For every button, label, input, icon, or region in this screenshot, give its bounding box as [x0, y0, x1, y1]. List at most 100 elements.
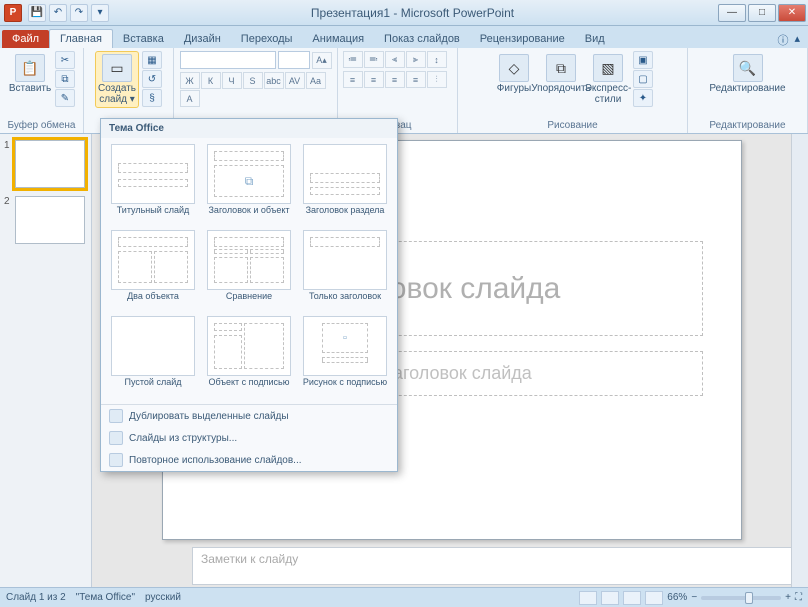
slides-from-outline-item[interactable]: Слайды из структуры...	[101, 427, 397, 449]
status-bar: Слайд 1 из 2 "Тема Office" русский 66% −…	[0, 587, 808, 607]
layout-label: Пустой слайд	[125, 378, 182, 398]
qat-save-button[interactable]: 💾	[28, 4, 46, 22]
layout-title-content[interactable]: ⧉ Заголовок и объект	[203, 144, 295, 226]
fit-to-window-button[interactable]: ⛶	[795, 592, 802, 603]
normal-view-button[interactable]	[579, 591, 597, 605]
collapse-ribbon-icon[interactable]: ▴	[794, 32, 800, 48]
layout-picture-caption[interactable]: ▫ Рисунок с подписью	[299, 316, 391, 398]
columns-button[interactable]: ⫶	[427, 71, 447, 88]
layout-label: Титульный слайд	[117, 206, 190, 226]
slides-panel[interactable]: 1 2	[0, 134, 92, 587]
font-color-button[interactable]: A	[180, 90, 200, 107]
tab-transitions[interactable]: Переходы	[231, 30, 303, 48]
qat-undo-button[interactable]: ↶	[49, 4, 67, 22]
reuse-slides-item[interactable]: Повторное использование слайдов...	[101, 449, 397, 471]
shapes-button[interactable]: ◇ Фигуры	[492, 51, 536, 98]
minimize-button[interactable]: —	[718, 4, 746, 22]
layout-two-content[interactable]: Два объекта	[107, 230, 199, 312]
thumb-preview[interactable]	[15, 140, 85, 188]
grow-font-button[interactable]: A▴	[312, 52, 332, 69]
qat-customize-button[interactable]: ▾	[91, 4, 109, 22]
bold-button[interactable]: Ж	[180, 72, 200, 89]
tab-insert[interactable]: Вставка	[113, 30, 174, 48]
tab-home[interactable]: Главная	[49, 29, 113, 48]
status-language[interactable]: русский	[145, 592, 181, 603]
duplicate-icon	[109, 409, 123, 423]
slide-thumb-2[interactable]: 2	[4, 196, 87, 244]
gallery-header: Тема Office	[101, 119, 397, 138]
spacing-button[interactable]: AV	[285, 72, 305, 89]
line-spacing-button[interactable]: ↕	[427, 51, 447, 68]
window-controls: — □ ✕	[716, 4, 806, 22]
strike-button[interactable]: abc	[264, 72, 284, 89]
tab-slideshow[interactable]: Показ слайдов	[374, 30, 470, 48]
shape-fill-button[interactable]: ▣	[633, 51, 653, 69]
bullets-button[interactable]: ≔	[343, 51, 363, 68]
increase-indent-button[interactable]: ⫸	[406, 51, 426, 68]
group-drawing: ◇ Фигуры ⧉ Упорядочить ▧ Экспресс-стили …	[458, 48, 688, 133]
layout-label: Заголовок раздела	[306, 206, 385, 226]
paste-button[interactable]: 📋 Вставить	[8, 51, 52, 98]
decrease-indent-button[interactable]: ⫷	[385, 51, 405, 68]
shape-outline-button[interactable]: ▢	[633, 70, 653, 88]
zoom-slider[interactable]	[701, 596, 781, 600]
quick-styles-button[interactable]: ▧ Экспресс-стили	[586, 51, 630, 108]
tab-file[interactable]: Файл	[2, 30, 49, 48]
justify-button[interactable]: ≡	[406, 71, 426, 88]
quick-styles-icon: ▧	[593, 54, 623, 82]
layout-blank[interactable]: Пустой слайд	[107, 316, 199, 398]
case-button[interactable]: Aa	[306, 72, 326, 89]
layout-comparison[interactable]: Сравнение	[203, 230, 295, 312]
zoom-slider-thumb[interactable]	[745, 592, 753, 604]
zoom-out-button[interactable]: −	[691, 592, 697, 603]
tab-view[interactable]: Вид	[575, 30, 615, 48]
reading-view-button[interactable]	[623, 591, 641, 605]
layout-title-only[interactable]: Только заголовок	[299, 230, 391, 312]
vertical-scrollbar[interactable]	[791, 134, 808, 587]
help-icon[interactable]: ⓘ	[777, 32, 788, 48]
format-painter-button[interactable]: ✎	[55, 89, 75, 107]
sorter-view-button[interactable]	[601, 591, 619, 605]
layout-content-caption[interactable]: Объект с подписью	[203, 316, 295, 398]
shape-effects-button[interactable]: ✦	[633, 89, 653, 107]
new-slide-label: Создать слайд ▾	[98, 84, 136, 105]
font-family-select[interactable]	[180, 51, 276, 69]
editing-button[interactable]: 🔍 Редактирование	[726, 51, 770, 98]
arrange-button[interactable]: ⧉ Упорядочить	[539, 51, 583, 98]
notes-pane[interactable]: Заметки к слайду	[192, 547, 800, 585]
slideshow-view-button[interactable]	[645, 591, 663, 605]
layout-button[interactable]: ▦	[142, 51, 162, 69]
font-size-select[interactable]	[278, 51, 310, 69]
thumb-preview[interactable]	[15, 196, 85, 244]
layout-title-slide[interactable]: Титульный слайд	[107, 144, 199, 226]
zoom-level[interactable]: 66%	[667, 592, 687, 603]
outline-icon	[109, 431, 123, 445]
group-clipboard: 📋 Вставить ✂ ⧉ ✎ Буфер обмена	[0, 48, 84, 133]
italic-button[interactable]: К	[201, 72, 221, 89]
tab-animations[interactable]: Анимация	[302, 30, 374, 48]
underline-button[interactable]: Ч	[222, 72, 242, 89]
section-button[interactable]: §	[142, 89, 162, 107]
copy-button[interactable]: ⧉	[55, 70, 75, 88]
tab-review[interactable]: Рецензирование	[470, 30, 575, 48]
layout-section-header[interactable]: Заголовок раздела	[299, 144, 391, 226]
slide-thumb-1[interactable]: 1	[4, 140, 87, 188]
shadow-button[interactable]: S	[243, 72, 263, 89]
gallery-item-label: Слайды из структуры...	[129, 433, 237, 444]
cut-button[interactable]: ✂	[55, 51, 75, 69]
numbering-button[interactable]: ≕	[364, 51, 384, 68]
new-slide-button[interactable]: ▭ Создать слайд ▾	[95, 51, 139, 108]
maximize-button[interactable]: □	[748, 4, 776, 22]
align-left-button[interactable]: ≡	[343, 71, 363, 88]
qat-redo-button[interactable]: ↷	[70, 4, 88, 22]
align-right-button[interactable]: ≡	[385, 71, 405, 88]
reset-button[interactable]: ↺	[142, 70, 162, 88]
app-icon: P	[4, 4, 22, 22]
align-center-button[interactable]: ≡	[364, 71, 384, 88]
tab-design[interactable]: Дизайн	[174, 30, 231, 48]
zoom-in-button[interactable]: +	[785, 592, 791, 603]
duplicate-slides-item[interactable]: Дублировать выделенные слайды	[101, 405, 397, 427]
status-theme: "Тема Office"	[76, 592, 135, 603]
thumb-number: 2	[4, 196, 12, 207]
close-button[interactable]: ✕	[778, 4, 806, 22]
